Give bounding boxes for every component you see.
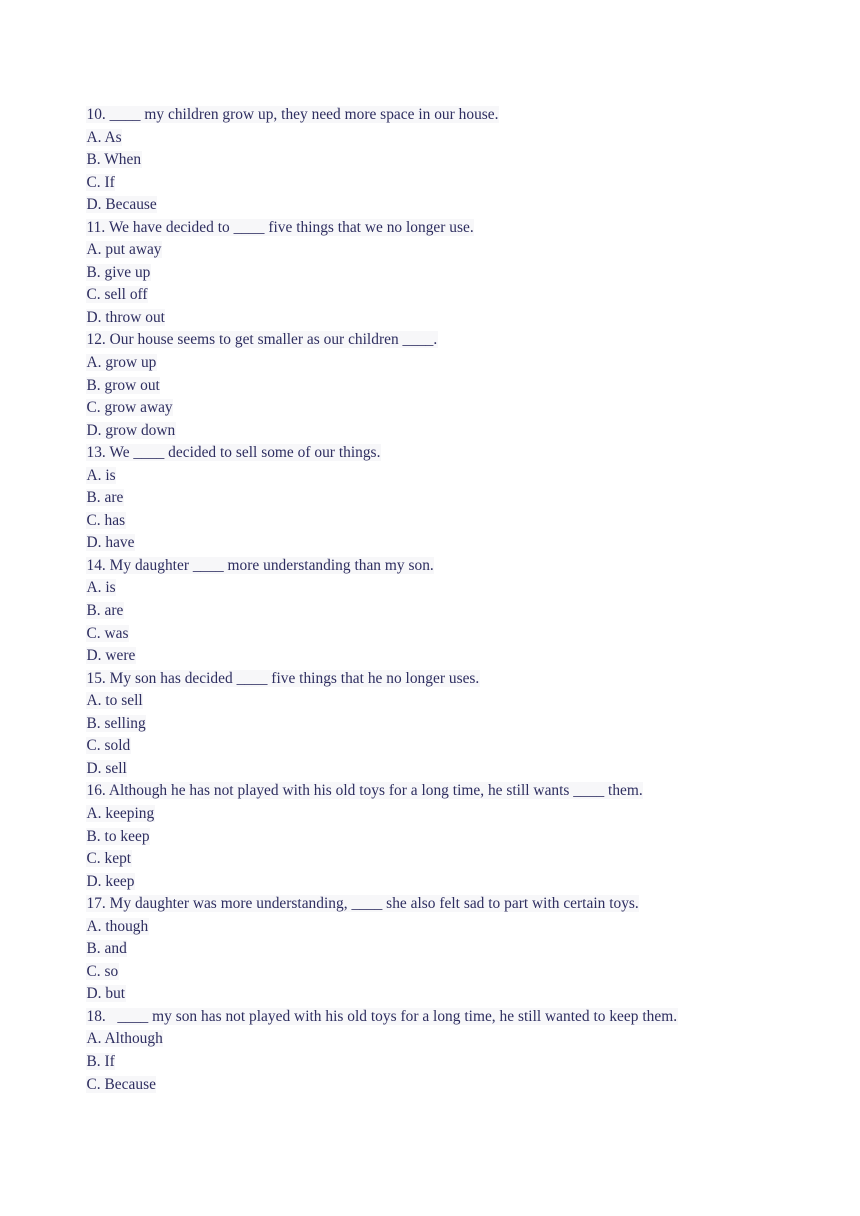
option-label: B. are <box>86 489 124 507</box>
question-option[interactable]: C. so <box>86 961 786 984</box>
option-label: D. have <box>86 534 136 552</box>
option-label: A. is <box>86 579 117 597</box>
question-option[interactable]: B. If <box>86 1051 786 1074</box>
option-label: B. and <box>86 940 128 958</box>
option-label: C. kept <box>86 850 132 868</box>
option-label: A. put away <box>86 241 163 259</box>
question-option[interactable]: C. sold <box>86 735 786 758</box>
option-label: D. but <box>86 985 126 1003</box>
question-stem: 17. My daughter was more understanding, … <box>86 893 786 916</box>
question-stem-text: 11. We have decided to ____ five things … <box>86 218 475 236</box>
question-option[interactable]: A. is <box>86 577 786 600</box>
option-label: A. Although <box>86 1030 164 1048</box>
question-option[interactable]: B. grow out <box>86 375 786 398</box>
question-option[interactable]: D. throw out <box>86 307 786 330</box>
question-option[interactable]: B. are <box>86 600 786 623</box>
option-label: C. grow away <box>86 399 174 417</box>
question-option[interactable]: D. have <box>86 532 786 555</box>
question-stem-text: 16. Although he has not played with his … <box>86 782 644 800</box>
option-label: D. grow down <box>86 421 176 439</box>
question-stem-text: 18. ____ my son has not played with his … <box>86 1007 678 1025</box>
question-option[interactable]: B. are <box>86 487 786 510</box>
question-option[interactable]: B. and <box>86 938 786 961</box>
option-label: B. selling <box>86 714 147 732</box>
question-option[interactable]: D. grow down <box>86 420 786 443</box>
question-option[interactable]: D. Because <box>86 194 786 217</box>
question-option[interactable]: B. selling <box>86 713 786 736</box>
option-label: C. sold <box>86 737 131 755</box>
question-option[interactable]: A. As <box>86 127 786 150</box>
option-label: D. were <box>86 647 136 665</box>
question-stem-text: 12. Our house seems to get smaller as ou… <box>86 331 438 349</box>
question-list: 10. ____ my children grow up, they need … <box>86 104 786 1096</box>
question-option[interactable]: C. has <box>86 510 786 533</box>
question-stem: 10. ____ my children grow up, they need … <box>86 104 786 127</box>
question-option[interactable]: C. Because <box>86 1074 786 1097</box>
question-stem-text: 14. My daughter ____ more understanding … <box>86 556 435 574</box>
option-label: D. sell <box>86 759 128 777</box>
option-label: C. so <box>86 962 119 980</box>
option-label: B. give up <box>86 263 151 281</box>
question-option[interactable]: C. sell off <box>86 284 786 307</box>
option-label: B. are <box>86 602 124 620</box>
question-option[interactable]: A. keeping <box>86 803 786 826</box>
question-option[interactable]: B. give up <box>86 262 786 285</box>
question-option[interactable]: A. put away <box>86 239 786 262</box>
option-label: A. though <box>86 917 149 935</box>
question-stem-text: 17. My daughter was more understanding, … <box>86 895 640 913</box>
question-option[interactable]: C. If <box>86 172 786 195</box>
question-stem: 16. Although he has not played with his … <box>86 780 786 803</box>
question-option[interactable]: B. When <box>86 149 786 172</box>
option-label: B. If <box>86 1052 116 1070</box>
question-stem: 13. We ____ decided to sell some of our … <box>86 442 786 465</box>
question-stem-text: 10. ____ my children grow up, they need … <box>86 106 500 123</box>
question-stem: 15. My son has decided ____ five things … <box>86 668 786 691</box>
option-label: A. to sell <box>86 692 144 710</box>
question-option[interactable]: C. was <box>86 623 786 646</box>
question-option[interactable]: A. is <box>86 465 786 488</box>
question-stem: 14. My daughter ____ more understanding … <box>86 555 786 578</box>
option-label: A. grow up <box>86 354 157 372</box>
option-label: B. to keep <box>86 827 151 845</box>
option-label: D. keep <box>86 872 136 890</box>
option-label: C. was <box>86 624 130 642</box>
option-label: C. has <box>86 511 126 529</box>
option-label: C. Because <box>86 1075 157 1093</box>
question-option[interactable]: D. sell <box>86 758 786 781</box>
option-label: C. sell off <box>86 286 149 304</box>
document-page: 10. ____ my children grow up, they need … <box>0 0 860 1216</box>
option-label: A. keeping <box>86 804 155 822</box>
question-option[interactable]: C. kept <box>86 848 786 871</box>
question-stem: 11. We have decided to ____ five things … <box>86 217 786 240</box>
question-option[interactable]: B. to keep <box>86 826 786 849</box>
question-stem: 18. ____ my son has not played with his … <box>86 1006 786 1029</box>
question-option[interactable]: A. grow up <box>86 352 786 375</box>
question-stem-text: 13. We ____ decided to sell some of our … <box>86 444 381 462</box>
option-label: A. As <box>86 128 123 146</box>
question-stem: 12. Our house seems to get smaller as ou… <box>86 329 786 352</box>
question-option[interactable]: D. but <box>86 983 786 1006</box>
question-option[interactable]: D. keep <box>86 871 786 894</box>
option-label: C. If <box>86 173 116 191</box>
option-label: D. throw out <box>86 308 166 326</box>
question-option[interactable]: A. though <box>86 916 786 939</box>
option-label: D. Because <box>86 196 158 214</box>
question-option[interactable]: D. were <box>86 645 786 668</box>
option-label: A. is <box>86 466 117 484</box>
question-option[interactable]: C. grow away <box>86 397 786 420</box>
option-label: B. When <box>86 151 142 169</box>
option-label: B. grow out <box>86 376 161 394</box>
question-option[interactable]: A. Although <box>86 1028 786 1051</box>
question-option[interactable]: A. to sell <box>86 690 786 713</box>
question-stem-text: 15. My son has decided ____ five things … <box>86 669 480 687</box>
